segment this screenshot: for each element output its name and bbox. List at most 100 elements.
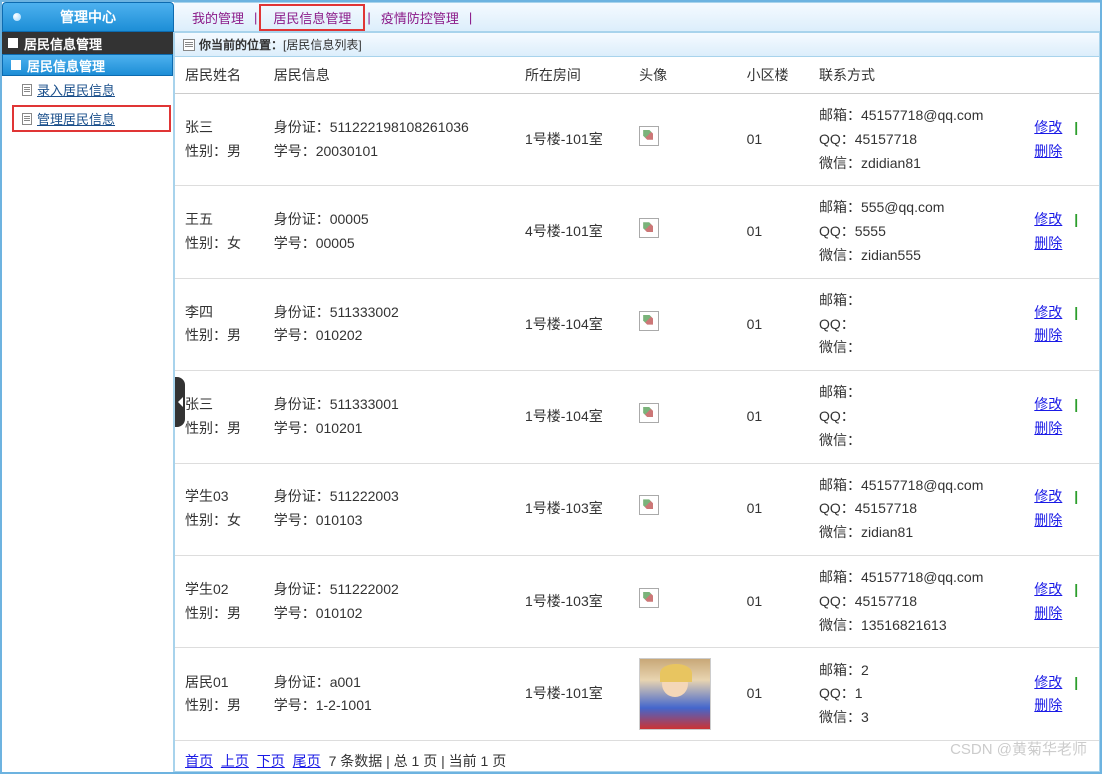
column-header: 联系方式 [809, 57, 1024, 94]
sidebar-link[interactable]: 管理居民信息 [37, 109, 115, 128]
column-header [1024, 57, 1099, 94]
cell-room: 1号楼-101室 [515, 94, 629, 186]
cell-contact: 邮箱：45157718@qq.comQQ：45157718微信：zdidian8… [809, 94, 1024, 186]
action-separator: | [1074, 396, 1078, 412]
sidebar-link[interactable]: 录入居民信息 [37, 80, 115, 99]
cell-avatar [629, 278, 736, 370]
document-icon [11, 60, 21, 70]
cell-building: 01 [737, 371, 809, 463]
sidebar-item: 录入居民信息 [2, 76, 173, 103]
cell-info: 身份证：511333001学号：010201 [264, 371, 515, 463]
cell-room: 1号楼-101室 [515, 648, 629, 741]
table-row: 王五性别：女身份证：00005学号：000054号楼-101室01邮箱：555@… [175, 186, 1099, 278]
collapse-handle-icon[interactable] [175, 377, 185, 427]
pager: 首页 上页 下页 尾页 7 条数据 | 总 1 页 | 当前 1 页 [175, 741, 1099, 771]
edit-link[interactable]: 修改 [1034, 304, 1062, 320]
cell-avatar [629, 555, 736, 647]
cell-building: 01 [737, 186, 809, 278]
cell-room: 1号楼-103室 [515, 555, 629, 647]
action-separator: | [1074, 211, 1078, 227]
nav-separator: | [252, 10, 259, 25]
action-separator: | [1074, 119, 1078, 135]
delete-link[interactable]: 删除 [1034, 235, 1062, 251]
cell-room: 1号楼-104室 [515, 278, 629, 370]
action-separator: | [1074, 304, 1078, 320]
action-separator: | [1074, 674, 1078, 690]
top-nav-item[interactable]: 居民信息管理 [265, 11, 359, 26]
cell-name: 张三性别：男 [175, 371, 264, 463]
cell-contact: 邮箱：2QQ：1微信：3 [809, 648, 1024, 741]
cell-contact: 邮箱：QQ：微信： [809, 371, 1024, 463]
cell-actions: 修改 | 删除 [1024, 555, 1099, 647]
cell-name: 张三性别：男 [175, 94, 264, 186]
delete-link[interactable]: 删除 [1034, 327, 1062, 343]
decoration-circle-icon [13, 13, 21, 21]
broken-image-icon [639, 218, 659, 238]
pager-last[interactable]: 尾页 [293, 753, 321, 769]
action-separator: | [1074, 581, 1078, 597]
cell-room: 1号楼-103室 [515, 463, 629, 555]
sidebar-title-bar: 居民信息管理 [2, 32, 173, 54]
column-header: 居民姓名 [175, 57, 264, 94]
edit-link[interactable]: 修改 [1034, 396, 1062, 412]
edit-link[interactable]: 修改 [1034, 674, 1062, 690]
delete-link[interactable]: 删除 [1034, 697, 1062, 713]
cell-avatar [629, 371, 736, 463]
delete-link[interactable]: 删除 [1034, 420, 1062, 436]
highlight-box: 居民信息管理 [259, 4, 365, 31]
column-header: 头像 [629, 57, 736, 94]
cell-building: 01 [737, 278, 809, 370]
cell-info: 身份证：511222002学号：010102 [264, 555, 515, 647]
cell-info: 身份证：511333002学号：010202 [264, 278, 515, 370]
cell-contact: 邮箱：45157718@qq.comQQ：45157718微信：13516821… [809, 555, 1024, 647]
main-panel: 你当前的位置： [居民信息列表] 居民姓名居民信息所在房间头像小区楼联系方式 张… [174, 32, 1100, 772]
top-nav-item[interactable]: 疫情防控管理 [373, 8, 467, 27]
cell-building: 01 [737, 463, 809, 555]
cell-avatar [629, 648, 736, 741]
edit-link[interactable]: 修改 [1034, 119, 1062, 135]
breadcrumb-prefix: 你当前的位置： [199, 36, 283, 53]
cell-contact: 邮箱：45157718@qq.comQQ：45157718微信：zidian81 [809, 463, 1024, 555]
column-header: 所在房间 [515, 57, 629, 94]
cell-info: 身份证：a001学号：1-2-1001 [264, 648, 515, 741]
document-icon [22, 113, 32, 125]
nav-separator: | [467, 10, 474, 25]
sidebar-subtitle: 居民信息管理 [27, 56, 105, 75]
pager-prev[interactable]: 上页 [221, 753, 249, 769]
cell-building: 01 [737, 94, 809, 186]
sidebar: 居民信息管理 居民信息管理 录入居民信息管理居民信息 [2, 32, 174, 772]
cell-actions: 修改 | 删除 [1024, 371, 1099, 463]
delete-link[interactable]: 删除 [1034, 512, 1062, 528]
table-row: 张三性别：男身份证：511222198108261036学号：200301011… [175, 94, 1099, 186]
cell-room: 1号楼-104室 [515, 371, 629, 463]
cell-name: 居民01性别：男 [175, 648, 264, 741]
edit-link[interactable]: 修改 [1034, 581, 1062, 597]
cell-info: 身份证：00005学号：00005 [264, 186, 515, 278]
edit-link[interactable]: 修改 [1034, 488, 1062, 504]
top-nav-item[interactable]: 我的管理 [184, 8, 252, 27]
cell-contact: 邮箱：555@qq.comQQ：5555微信：zidian555 [809, 186, 1024, 278]
table-row: 学生02性别：男身份证：511222002学号：0101021号楼-103室 01… [175, 555, 1099, 647]
pager-first[interactable]: 首页 [185, 753, 213, 769]
table-row: 居民01性别：男身份证：a001学号：1-2-10011号楼-101室01邮箱：… [175, 648, 1099, 741]
cell-name: 王五性别：女 [175, 186, 264, 278]
edit-link[interactable]: 修改 [1034, 211, 1062, 227]
sidebar-item: 管理居民信息 [12, 105, 171, 132]
cell-name: 学生02性别：男 [175, 555, 264, 647]
pager-next[interactable]: 下页 [257, 753, 285, 769]
broken-image-icon [639, 403, 659, 423]
cell-contact: 邮箱：QQ：微信： [809, 278, 1024, 370]
column-header: 小区楼 [737, 57, 809, 94]
delete-link[interactable]: 删除 [1034, 143, 1062, 159]
cell-name: 李四性别：男 [175, 278, 264, 370]
cell-actions: 修改 | 删除 [1024, 94, 1099, 186]
sidebar-subtitle-bar[interactable]: 居民信息管理 [2, 54, 173, 76]
cell-avatar [629, 94, 736, 186]
delete-link[interactable]: 删除 [1034, 605, 1062, 621]
broken-image-icon [639, 588, 659, 608]
cell-actions: 修改 | 删除 [1024, 186, 1099, 278]
avatar-image [639, 658, 711, 730]
cell-building: 01 [737, 555, 809, 647]
nav-separator: | [365, 10, 372, 25]
table-wrapper: 居民姓名居民信息所在房间头像小区楼联系方式 张三性别：男身份证：51122219… [175, 57, 1099, 771]
